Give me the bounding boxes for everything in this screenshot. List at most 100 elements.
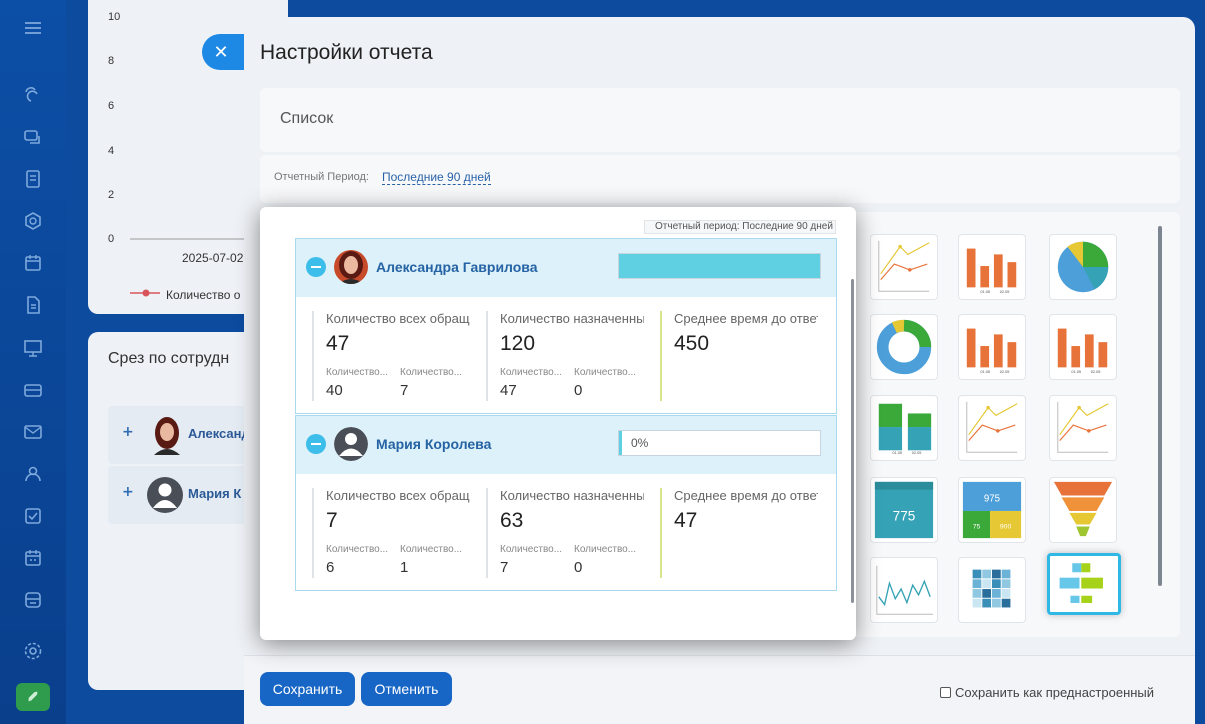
close-button[interactable]: ✕: [202, 34, 246, 70]
metric-card: Количество назначенных 120 Количество... 47…: [486, 311, 644, 401]
period-selector[interactable]: Последние 90 дней: [382, 170, 491, 185]
metric-subvalue-number: 6: [326, 559, 335, 576]
pie-chart-visualization-option[interactable]: [1049, 234, 1117, 300]
heatmap-visualization-option[interactable]: [958, 557, 1026, 623]
metric-subvalue: Количество... 0: [574, 544, 644, 576]
expand-icon: +: [122, 424, 134, 440]
storage-icon[interactable]: [22, 379, 44, 401]
expand-icon: +: [122, 484, 134, 500]
metric-subvalue-number: 47: [500, 382, 517, 399]
employee-name: Александра Гаврилова: [376, 259, 538, 275]
document-icon[interactable]: [22, 168, 44, 190]
chat-bubbles-icon[interactable]: [22, 84, 44, 106]
funnel-chart-visualization-option[interactable]: [1049, 477, 1117, 543]
save-button[interactable]: Сохранить: [260, 672, 355, 706]
collapse-button[interactable]: [306, 257, 326, 277]
donut-chart-visualization-option[interactable]: [870, 314, 938, 380]
metric-subvalue: Количество... 1: [400, 544, 470, 576]
metric-card: Количество всех обращений 47 Количество...…: [312, 311, 470, 401]
avatar: [334, 427, 368, 461]
report-name-field[interactable]: Список: [260, 88, 1180, 152]
metric-card: Количество назначенных 63 Количество... 7 Ко…: [486, 488, 644, 578]
metric-title: Среднее время до ответа: [674, 311, 818, 326]
cancel-button[interactable]: Отменить: [361, 672, 452, 706]
line-chart-visualization-option[interactable]: [870, 234, 938, 300]
line-chart-icon: [966, 401, 1018, 453]
employee-header: Мария Королева 0%: [296, 416, 836, 474]
svg-text:75: 75: [973, 523, 981, 530]
progress-fill: [619, 431, 622, 455]
period-row: Отчетный Период: Последние 90 дней: [260, 155, 1180, 203]
minus-icon: [311, 266, 321, 268]
metric-subvalue: Количество... 40: [326, 367, 396, 399]
metric-subtitle: Количество...: [574, 544, 637, 555]
svg-text:775: 775: [893, 509, 916, 524]
metric-title: Количество назначенных: [500, 488, 644, 503]
period-label: Отчетный Период:: [274, 171, 369, 183]
metric-title: Количество назначенных: [500, 311, 644, 326]
progress-bar: 0%: [618, 430, 821, 456]
collapse-button[interactable]: [306, 434, 326, 454]
presentation-icon[interactable]: [22, 337, 44, 359]
bar-chart-icon: 01.05 02.05: [1057, 328, 1108, 374]
bar-chart-visualization-option[interactable]: 01.05 02.05: [958, 234, 1026, 300]
bottom-action-bar: Сохранить Отменить Сохранить как преднас…: [244, 655, 1195, 724]
metrics-row: Количество всех обращений 7 Количество... 6…: [296, 474, 836, 590]
archive-icon[interactable]: [22, 589, 44, 611]
metric-subvalue: Количество... 0: [574, 367, 644, 399]
metric-title: Среднее время до ответа: [674, 488, 818, 503]
messages-icon[interactable]: [22, 126, 44, 148]
metric-value: 7: [326, 509, 338, 532]
calendar-icon[interactable]: [22, 252, 44, 274]
menu-icon[interactable]: [22, 17, 44, 39]
wave-chart-visualization-option[interactable]: [870, 557, 938, 623]
file-icon[interactable]: [22, 294, 44, 316]
pie-chart-icon: [1057, 241, 1109, 293]
progress-fill: [619, 254, 820, 278]
metric-title: Количество всех обращений: [326, 311, 470, 326]
bar-chart-visualization-option[interactable]: 01.05 02.05: [958, 314, 1026, 380]
rocket-icon[interactable]: [16, 683, 50, 711]
bar-chart-icon: 01.05 02.05: [966, 328, 1017, 374]
line-chart-icon: [1057, 401, 1109, 453]
preview-scrollbar[interactable]: [851, 279, 854, 603]
number-widget-icon: 775: [874, 481, 934, 539]
metric-subvalue: Количество... 6: [326, 544, 396, 576]
line-chart-visualization-option[interactable]: [1049, 395, 1117, 461]
bar-chart-icon: 01.05 02.05: [966, 248, 1017, 294]
mail-icon[interactable]: [22, 421, 44, 443]
bar-chart-visualization-option[interactable]: 01.05 02.05: [1049, 314, 1117, 380]
metric-value: 47: [326, 332, 350, 355]
svg-text:975: 975: [984, 493, 1000, 504]
save-preset-option[interactable]: Сохранить как преднастроенный: [940, 685, 1154, 700]
gallery-scrollbar[interactable]: [1158, 226, 1162, 586]
save-preset-checkbox[interactable]: [940, 687, 951, 698]
line-chart-visualization-option[interactable]: [958, 395, 1026, 461]
multi-number-widget-icon: 975 75 900: [962, 481, 1022, 539]
metric-subvalue-number: 1: [400, 559, 409, 576]
metric-value: 450: [674, 332, 710, 355]
number-widget-visualization-option[interactable]: 775: [870, 477, 938, 543]
checkbox-icon[interactable]: [22, 505, 44, 527]
metric-value: 63: [500, 509, 524, 532]
employee-name: Мария Королева: [376, 436, 492, 452]
panel-title: Настройки отчета: [260, 41, 433, 64]
metric-subvalue: Количество... 7: [500, 544, 570, 576]
multi-number-widget-visualization-option[interactable]: 975 75 900: [958, 477, 1026, 543]
stacked-bar-visualization-option[interactable]: 01.05 02.05: [870, 395, 938, 461]
metric-subtitle: Количество...: [400, 367, 463, 378]
line-chart-icon: [878, 240, 930, 292]
hexagon-icon[interactable]: [22, 210, 44, 232]
metric-subvalue-number: 0: [574, 382, 583, 399]
svg-text:02.05: 02.05: [1000, 369, 1010, 374]
metric-subvalue: Количество... 47: [500, 367, 570, 399]
metric-subvalue: Количество... 7: [400, 367, 470, 399]
x-tick-label: 2025-07-02: [182, 251, 244, 265]
settings-icon[interactable]: [22, 640, 44, 662]
users-icon[interactable]: [22, 463, 44, 485]
comparison-list-visualization-option[interactable]: [1047, 553, 1121, 615]
schedule-icon[interactable]: [22, 547, 44, 569]
metric-subtitle: Количество...: [400, 544, 463, 555]
metric-subtitle: Количество...: [500, 367, 563, 378]
avatar: [154, 417, 180, 455]
